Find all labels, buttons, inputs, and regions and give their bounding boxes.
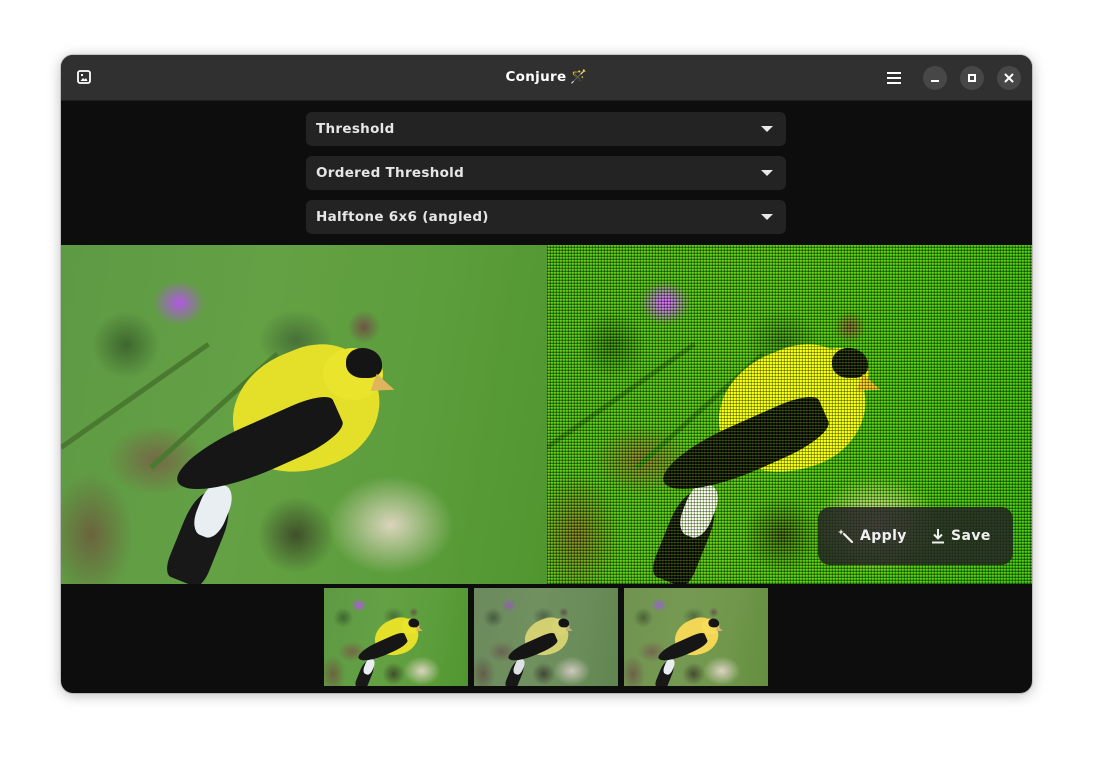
category-dropdown-value: Threshold: [316, 121, 395, 137]
pattern-dropdown-value: Halftone 6x6 (angled): [316, 209, 489, 225]
thumbnail-image: [324, 588, 468, 686]
original-image: [61, 245, 547, 584]
thumbnail-item[interactable]: [474, 588, 618, 686]
title-wand-emoji: 🪄: [570, 69, 588, 85]
preview-area: Apply Save: [61, 245, 1032, 584]
thumbnail-strip: [61, 584, 1032, 693]
save-button[interactable]: Save: [931, 525, 991, 547]
close-button[interactable]: [997, 66, 1021, 90]
chevron-down-icon: [761, 214, 773, 220]
apply-button[interactable]: Apply: [838, 525, 907, 547]
magic-wand-icon: [838, 529, 854, 544]
thumbnail-item[interactable]: [324, 588, 468, 686]
photo-background: [61, 245, 547, 584]
chevron-down-icon: [761, 126, 773, 132]
save-label: Save: [951, 528, 991, 544]
main-menu-button[interactable]: [882, 66, 906, 90]
title-text: Conjure: [505, 69, 567, 85]
hamburger-line: [887, 77, 901, 79]
thumbnail-image: [474, 588, 618, 686]
chevron-down-icon: [761, 170, 773, 176]
minimize-button[interactable]: [923, 66, 947, 90]
apply-label: Apply: [860, 528, 907, 544]
close-icon: [1004, 73, 1014, 83]
hamburger-menu-icon: [887, 72, 901, 74]
download-icon: [932, 529, 944, 544]
maximize-button[interactable]: [960, 66, 984, 90]
pattern-dropdown[interactable]: Halftone 6x6 (angled): [306, 200, 786, 234]
thumbnail-item[interactable]: [624, 588, 768, 686]
category-dropdown[interactable]: Threshold: [306, 112, 786, 146]
method-dropdown-value: Ordered Threshold: [316, 165, 465, 181]
headerbar: Conjure 🪄: [61, 55, 1032, 101]
method-dropdown[interactable]: Ordered Threshold: [306, 156, 786, 190]
hamburger-line: [887, 82, 901, 84]
thumbnail-image: [624, 588, 768, 686]
app-window: Conjure 🪄 Threshold Ordered Threshold Hal…: [61, 55, 1032, 693]
action-toolbar: Apply Save: [818, 507, 1013, 565]
